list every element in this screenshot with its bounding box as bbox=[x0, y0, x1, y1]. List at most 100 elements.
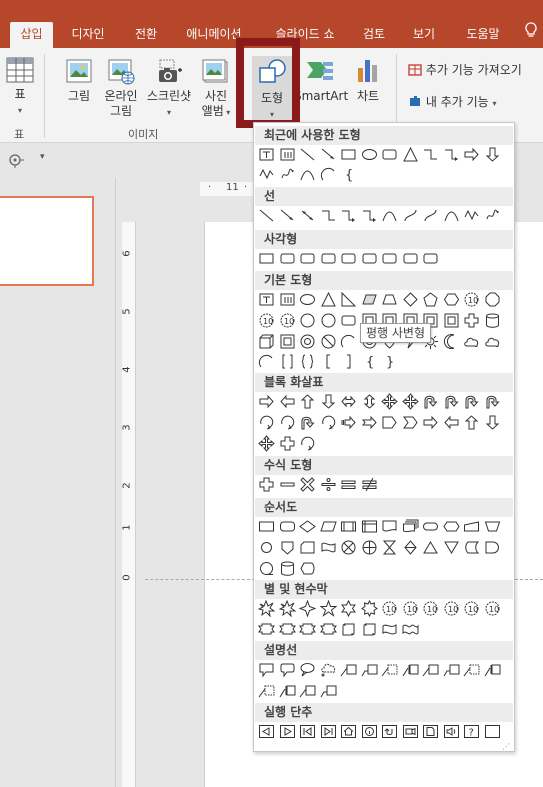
shape-uturn-icon[interactable] bbox=[443, 393, 460, 410]
shape-vtextbox-icon[interactable] bbox=[279, 146, 296, 163]
shape-numstar-icon[interactable]: 10 bbox=[279, 312, 296, 329]
shape-offpage-icon[interactable] bbox=[279, 539, 296, 556]
shape-chevron-icon[interactable] bbox=[402, 414, 419, 431]
shape-rrect-icon[interactable] bbox=[361, 250, 378, 267]
shape-callline4-icon[interactable] bbox=[279, 682, 296, 699]
shape-rect-icon[interactable] bbox=[340, 146, 357, 163]
shape-cloud-icon[interactable] bbox=[463, 333, 480, 350]
shape-manop-icon[interactable] bbox=[484, 518, 501, 535]
shape-seal-icon[interactable] bbox=[360, 600, 378, 617]
shape-lbrace-icon[interactable]: { bbox=[340, 166, 357, 183]
shape-uarrow-icon[interactable] bbox=[463, 414, 480, 431]
shape-aback-icon[interactable] bbox=[258, 723, 275, 740]
shape-uturn-icon[interactable] bbox=[299, 414, 316, 431]
shape-internal-icon[interactable] bbox=[361, 518, 378, 535]
shape-larrow-icon[interactable] bbox=[279, 393, 296, 410]
shape-udarrow-icon[interactable] bbox=[361, 393, 378, 410]
online-picture-button[interactable]: 온라인 그림 bbox=[100, 56, 142, 119]
shape-numstar-icon[interactable]: 10 bbox=[422, 600, 439, 617]
shape-brkt-icon[interactable] bbox=[279, 353, 296, 370]
shape-explosion-icon[interactable] bbox=[258, 600, 275, 617]
shape-darrow-icon[interactable] bbox=[320, 393, 337, 410]
customize-dropdown-icon[interactable]: ▾ bbox=[40, 152, 45, 162]
shape-arrowline-icon[interactable] bbox=[279, 207, 296, 224]
shape-curve-icon[interactable] bbox=[299, 166, 316, 183]
shape-sort-icon[interactable] bbox=[402, 539, 419, 556]
shape-callrrect-icon[interactable] bbox=[279, 661, 296, 678]
shape-star6-icon[interactable] bbox=[340, 600, 357, 617]
shape-noteq-icon[interactable] bbox=[361, 476, 378, 493]
chart-button[interactable]: 차트 bbox=[350, 56, 386, 104]
shape-cube-icon[interactable] bbox=[258, 333, 275, 350]
shape-decision-icon[interactable] bbox=[299, 518, 316, 535]
shape-pentarrow-icon[interactable] bbox=[381, 414, 398, 431]
shape-abtn-icon[interactable] bbox=[484, 723, 501, 740]
slide-thumbnail[interactable] bbox=[0, 196, 94, 286]
shape-lrarrow-icon[interactable] bbox=[340, 393, 357, 410]
tab-help[interactable]: 도움말 bbox=[458, 22, 508, 48]
shape-ribbon-icon[interactable] bbox=[278, 621, 296, 638]
shape-larrow-icon[interactable] bbox=[443, 414, 460, 431]
shape-doc-icon[interactable] bbox=[381, 518, 398, 535]
get-addins-button[interactable]: 추가 기능 가져오기 bbox=[408, 62, 543, 78]
shape-ribbon-icon[interactable] bbox=[258, 621, 275, 638]
shape-scroll-icon[interactable] bbox=[340, 621, 357, 638]
shape-circarrow-icon[interactable] bbox=[320, 414, 337, 431]
shape-ellipse-icon[interactable] bbox=[299, 291, 316, 308]
shape-rarrow-icon[interactable] bbox=[463, 146, 480, 163]
shape-display-icon[interactable] bbox=[299, 560, 316, 577]
shape-seqacc-icon[interactable] bbox=[258, 560, 275, 577]
shape-star5-icon[interactable] bbox=[319, 600, 337, 617]
shape-scurve-icon[interactable] bbox=[422, 207, 439, 224]
presenter-icon[interactable] bbox=[8, 152, 28, 168]
shape-trap-icon[interactable] bbox=[381, 291, 398, 308]
shape-scribble-icon[interactable] bbox=[279, 166, 296, 183]
shape-para-icon[interactable] bbox=[361, 291, 378, 308]
shape-scroll-icon[interactable] bbox=[361, 621, 378, 638]
shape-hex-icon[interactable] bbox=[443, 291, 460, 308]
shape-term-icon[interactable] bbox=[422, 518, 439, 535]
shape-curve-icon[interactable] bbox=[443, 207, 460, 224]
shape-plus-icon[interactable] bbox=[258, 476, 275, 493]
shape-arc-icon[interactable] bbox=[320, 166, 337, 183]
shape-altproc-icon[interactable] bbox=[279, 518, 296, 535]
shape-tape-icon[interactable] bbox=[320, 539, 337, 556]
shape-ainfo-icon[interactable] bbox=[361, 723, 378, 740]
shape-lbrk-icon[interactable] bbox=[320, 353, 337, 370]
shape-div-icon[interactable] bbox=[320, 476, 337, 493]
shape-numstar-icon[interactable]: 10 bbox=[484, 600, 501, 617]
shape-freeform-icon[interactable] bbox=[463, 207, 480, 224]
shape-proc-icon[interactable] bbox=[258, 518, 275, 535]
shape-frame-icon[interactable] bbox=[279, 333, 296, 350]
shape-lbrace-icon[interactable]: { bbox=[361, 353, 378, 370]
shape-circarrow-icon[interactable] bbox=[299, 435, 316, 452]
shape-noSym-icon[interactable] bbox=[320, 333, 337, 350]
shape-dblarrow-icon[interactable] bbox=[299, 207, 316, 224]
shape-conn-icon[interactable] bbox=[258, 539, 275, 556]
shape-callline-icon[interactable] bbox=[299, 682, 316, 699]
shape-minus-icon[interactable] bbox=[279, 476, 296, 493]
tab-review[interactable]: 검토 bbox=[355, 22, 393, 48]
shape-moon-icon[interactable] bbox=[443, 333, 460, 350]
shape-quad-icon[interactable] bbox=[258, 435, 275, 452]
shape-brace-icon[interactable] bbox=[299, 353, 316, 370]
shape-rect-icon[interactable] bbox=[258, 250, 275, 267]
shape-ahelp-icon[interactable]: ? bbox=[463, 723, 480, 740]
shape-rtri-icon[interactable] bbox=[340, 291, 357, 308]
shape-afwd-icon[interactable] bbox=[279, 723, 296, 740]
shape-plus-icon[interactable] bbox=[463, 312, 480, 329]
shape-rrect-icon[interactable] bbox=[320, 250, 337, 267]
tab-view[interactable]: 보기 bbox=[404, 22, 444, 48]
shape-stored-icon[interactable] bbox=[463, 539, 480, 556]
shape-sumj-icon[interactable] bbox=[340, 539, 357, 556]
smartart-button[interactable]: SmartArt bbox=[294, 56, 348, 104]
shape-line-icon[interactable] bbox=[258, 207, 275, 224]
shape-numstar-icon[interactable]: 10 bbox=[402, 600, 419, 617]
shape-uturn-icon[interactable] bbox=[484, 393, 501, 410]
shape-callline4-icon[interactable] bbox=[484, 661, 501, 678]
shape-callline2-icon[interactable] bbox=[443, 661, 460, 678]
shape-card-icon[interactable] bbox=[299, 539, 316, 556]
shape-rrect-icon[interactable] bbox=[299, 250, 316, 267]
shape-ribbon-icon[interactable] bbox=[319, 621, 337, 638]
shape-darrow-icon[interactable] bbox=[484, 414, 501, 431]
